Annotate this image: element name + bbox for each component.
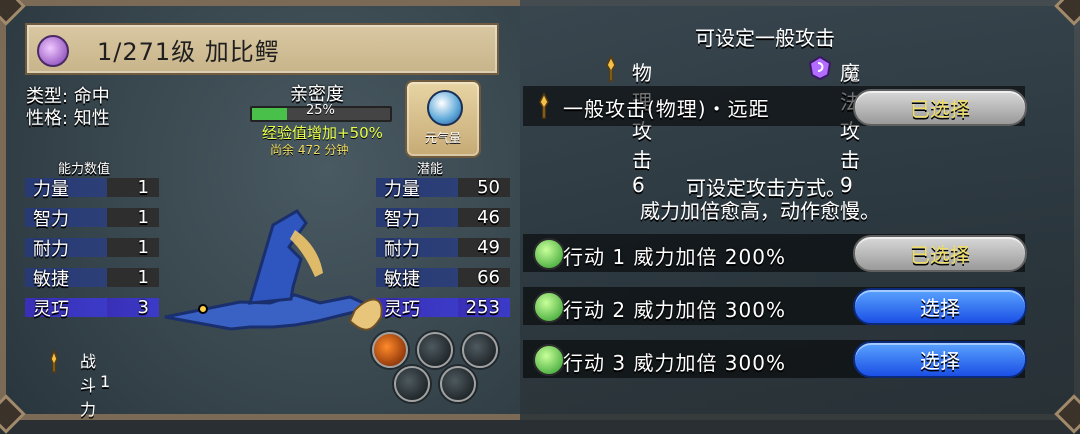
action-selected-button[interactable]: 已选择 [853, 235, 1027, 272]
combat-power-value: 1 [100, 372, 111, 391]
action-row[interactable]: 行动 1 威力加倍 200% 已选择 [523, 234, 1027, 272]
action-select-button[interactable]: 选择 [853, 341, 1027, 378]
action-row[interactable]: 行动 3 威力加倍 300% 选择 [523, 340, 1027, 378]
exp-bonus: 经验值增加+50% [262, 124, 383, 142]
ability-row: 灵巧 3 [25, 297, 159, 320]
attack-selected-button[interactable]: 已选择 [853, 89, 1027, 126]
potential-title: 潜能 [417, 162, 444, 177]
skill-slot[interactable] [394, 366, 430, 402]
skill-slot[interactable] [417, 332, 453, 368]
potential-name: 智力 [376, 208, 458, 230]
ability-row: 耐力 1 [25, 237, 159, 260]
potential-name: 耐力 [376, 238, 458, 260]
energy-icon [427, 90, 463, 126]
ability-row: 智力 1 [25, 207, 159, 230]
ability-row: 力量 1 [25, 177, 159, 200]
skill-slot[interactable] [462, 332, 498, 368]
action-text: 行动 1 威力加倍 200% [563, 245, 786, 269]
intimacy-percent: 25% [306, 103, 335, 118]
energy-label: 元气量 [424, 131, 461, 145]
sword-icon [50, 350, 58, 373]
ability-name: 灵巧 [25, 298, 107, 320]
potential-value: 66 [458, 267, 510, 288]
skill-slot[interactable] [440, 366, 476, 402]
ability-name: 敏捷 [25, 268, 107, 290]
action-icon [533, 344, 565, 376]
potential-value: 50 [458, 177, 510, 198]
method-title-2: 威力加倍愈高，动作愈慢。 [640, 199, 880, 223]
action-icon [533, 238, 565, 270]
pet-title-bar: 1/271级 加比鳄 [25, 23, 499, 75]
ability-name: 智力 [25, 208, 107, 230]
action-text: 行动 3 威力加倍 300% [563, 351, 786, 375]
potential-name: 敏捷 [376, 268, 458, 290]
attack-header: 可设定一般攻击 [695, 26, 835, 50]
potential-value: 253 [458, 297, 510, 318]
skill-slot[interactable] [372, 332, 408, 368]
ability-name: 力量 [25, 178, 107, 200]
remaining-time: 尚余 472 分钟 [270, 143, 349, 157]
potential-row: 智力 46 [376, 207, 510, 230]
normal-attack-row[interactable]: 一般攻击(物理)・远距 已选择 [523, 86, 1027, 126]
personality-label: 性格: 知性 [26, 108, 110, 129]
potential-value: 49 [458, 237, 510, 258]
potential-name: 灵巧 [376, 298, 458, 320]
potential-name: 力量 [376, 178, 458, 200]
ability-row: 敏捷 1 [25, 267, 159, 290]
potential-row: 力量 50 [376, 177, 510, 200]
potential-value: 46 [458, 207, 510, 228]
sword-icon [606, 55, 616, 82]
sword-icon [539, 92, 549, 119]
magic-icon [808, 55, 832, 81]
action-row[interactable]: 行动 2 威力加倍 300% 选择 [523, 287, 1027, 325]
normal-attack-text: 一般攻击(物理)・远距 [563, 97, 770, 121]
potential-row: 敏捷 66 [376, 267, 510, 290]
action-select-button[interactable]: 选择 [853, 288, 1027, 325]
ability-name: 耐力 [25, 238, 107, 260]
paw-icon [37, 35, 69, 67]
potential-row: 耐力 49 [376, 237, 510, 260]
pet-title: 1/271级 加比鳄 [97, 37, 280, 66]
action-icon [533, 291, 565, 323]
intimacy-bar-fill [252, 108, 287, 120]
action-text: 行动 2 威力加倍 300% [563, 298, 786, 322]
pet-creature [164, 209, 383, 331]
combat-power-label: 战斗力 [80, 352, 97, 419]
potential-row: 灵巧 253 [376, 297, 510, 320]
energy-card[interactable]: 元气量 [405, 80, 481, 158]
physical-attack-label: 物理攻击6 [632, 61, 652, 197]
